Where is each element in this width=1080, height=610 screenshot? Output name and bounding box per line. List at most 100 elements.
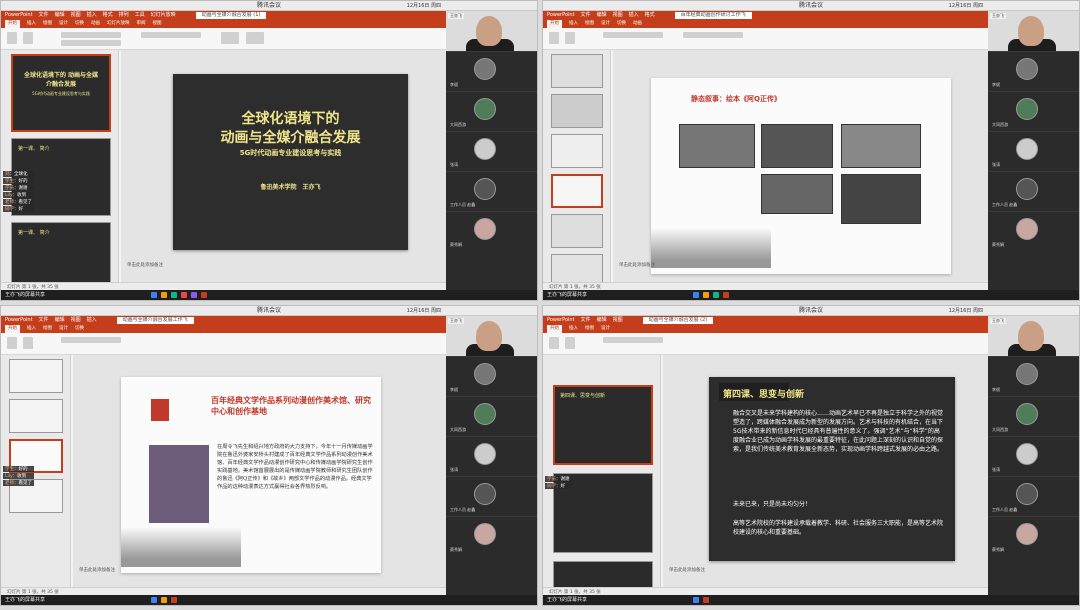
participant-tile[interactable]: 蔡秀娟 (988, 516, 1079, 556)
new-slide-icon[interactable] (23, 32, 33, 44)
participant-tile[interactable]: 工作人员 赵鑫 (988, 476, 1079, 516)
participant-tile[interactable]: 张涛 (988, 131, 1079, 171)
tab-view[interactable]: 视图 (153, 20, 162, 28)
slide-thumbnail[interactable] (9, 399, 63, 433)
menu-file[interactable]: 文件 (39, 11, 49, 20)
slide-thumbnail[interactable] (9, 359, 63, 393)
tab-home[interactable]: 开始 (547, 20, 562, 28)
participant-tile[interactable]: 大同西游 (988, 91, 1079, 131)
tab-animations[interactable]: 动画 (633, 20, 642, 28)
menu-insert[interactable]: 插入 (87, 316, 97, 325)
tab-transitions[interactable]: 切换 (75, 325, 84, 333)
main-slide[interactable]: 第四课、思变与创新 融合交叉是未来学科建构的核心……动画艺术早已不再是独立于科学… (709, 377, 955, 561)
powerpoint-icon[interactable] (171, 597, 177, 603)
finder-icon[interactable] (693, 597, 699, 603)
notes-hint[interactable]: 单击此处添加备注 (669, 567, 705, 573)
app-name[interactable]: PowerPoint (5, 11, 33, 20)
shapes-icon[interactable] (221, 32, 239, 44)
powerpoint-icon[interactable] (703, 597, 709, 603)
participant-tile[interactable]: 工作人员 赵鑫 (446, 476, 537, 516)
font-selector[interactable] (61, 337, 121, 343)
app-icon[interactable] (181, 292, 187, 298)
notes-hint[interactable]: 单击此处添加备注 (619, 262, 655, 268)
menu-tools[interactable]: 工具 (135, 11, 145, 20)
tab-home[interactable]: 开始 (5, 325, 20, 333)
main-slide[interactable]: 静态叙事：绘本《阿Q正传》 (651, 78, 951, 274)
slide-thumbnail[interactable] (551, 134, 603, 168)
participant-tile[interactable]: 张涛 (446, 436, 537, 476)
menu-edit[interactable]: 编辑 (597, 316, 607, 325)
tab-insert[interactable]: 插入 (569, 20, 578, 28)
tab-design[interactable]: 设计 (601, 20, 610, 28)
participant-tile[interactable]: 李斌 (988, 51, 1079, 91)
tab-home[interactable]: 开始 (547, 325, 562, 333)
menu-file[interactable]: 文件 (39, 316, 49, 325)
new-slide-icon[interactable] (565, 337, 575, 349)
slide-thumbnail[interactable] (553, 561, 653, 587)
tab-animations[interactable]: 动画 (91, 20, 100, 28)
menu-insert[interactable]: 插入 (87, 11, 97, 20)
app-icon[interactable] (191, 292, 197, 298)
font-selector[interactable] (603, 337, 663, 343)
finder-icon[interactable] (151, 292, 157, 298)
participant-tile[interactable]: 张涛 (446, 131, 537, 171)
participant-tile[interactable]: 李斌 (446, 356, 537, 396)
tab-draw[interactable]: 绘图 (43, 20, 52, 28)
notes-hint[interactable]: 单击此处添加备注 (79, 567, 115, 573)
tab-insert[interactable]: 插入 (569, 325, 578, 333)
tab-insert[interactable]: 插入 (27, 20, 36, 28)
tab-draw[interactable]: 绘图 (43, 325, 52, 333)
menu-view[interactable]: 视图 (71, 11, 81, 20)
app-name[interactable]: PowerPoint (547, 316, 575, 325)
menu-file[interactable]: 文件 (581, 316, 591, 325)
tab-design[interactable]: 设计 (59, 325, 68, 333)
slide-thumbnail[interactable]: 全球化语境下的 动画与全媒介融合发展 5G时代动画专业建设思考与实践 (11, 54, 111, 132)
menu-slideshow[interactable]: 幻灯片放映 (151, 11, 176, 20)
powerpoint-icon[interactable] (201, 292, 207, 298)
tab-review[interactable]: 审阅 (137, 20, 146, 28)
menu-edit[interactable]: 编辑 (55, 11, 65, 20)
participant-tile[interactable]: 李斌 (446, 51, 537, 91)
app-icon[interactable] (161, 597, 167, 603)
paragraph-controls[interactable] (141, 32, 201, 38)
menu-view[interactable]: 视图 (71, 316, 81, 325)
slide-thumbnail[interactable] (551, 94, 603, 128)
paste-icon[interactable] (7, 337, 17, 349)
participant-tile[interactable]: 张涛 (988, 436, 1079, 476)
tab-transitions[interactable]: 切换 (75, 20, 84, 28)
tab-slideshow[interactable]: 幻灯片放映 (107, 20, 130, 28)
participant-tile[interactable]: 蔡秀娟 (988, 211, 1079, 251)
participant-tile[interactable]: 大同西游 (446, 91, 537, 131)
font-format-controls[interactable] (61, 40, 121, 46)
slide-thumbnail[interactable]: 第四课、思变与创新 (553, 385, 653, 465)
menu-view[interactable]: 视图 (613, 316, 623, 325)
main-slide[interactable]: 百年经典文学作品系列动漫创作美术馆、研究中心和创作基地 在周令飞先生和绍兴地方政… (121, 377, 381, 573)
finder-icon[interactable] (151, 597, 157, 603)
main-slide[interactable]: 全球化语境下的 动画与全媒介融合发展 5G时代动画专业建设思考与实践 鲁迅美术学… (173, 74, 408, 250)
tab-design[interactable]: 设计 (601, 325, 610, 333)
app-icon[interactable] (703, 292, 709, 298)
menu-format[interactable]: 格式 (103, 11, 113, 20)
participant-tile[interactable]: 蔡秀娟 (446, 211, 537, 251)
font-selector[interactable] (603, 32, 663, 38)
slide-thumbnail[interactable]: 第一课、 简介 (11, 222, 111, 282)
participant-tile[interactable]: 李斌 (988, 356, 1079, 396)
menu-format[interactable]: 格式 (645, 11, 655, 20)
tab-design[interactable]: 设计 (59, 20, 68, 28)
app-icon[interactable] (713, 292, 719, 298)
slide-thumbnail[interactable] (551, 214, 603, 248)
menu-view[interactable]: 视图 (613, 11, 623, 20)
paste-icon[interactable] (549, 32, 559, 44)
participant-tile[interactable]: 大同西游 (988, 396, 1079, 436)
menu-file[interactable]: 文件 (581, 11, 591, 20)
menu-edit[interactable]: 编辑 (55, 316, 65, 325)
app-name[interactable]: PowerPoint (547, 11, 575, 20)
participant-tile[interactable]: 蔡秀娟 (446, 516, 537, 556)
new-slide-icon[interactable] (23, 337, 33, 349)
participant-tile[interactable]: 工作人员 赵鑫 (446, 171, 537, 211)
paste-icon[interactable] (549, 337, 559, 349)
arrange-icon[interactable] (246, 32, 264, 44)
menu-insert[interactable]: 插入 (629, 11, 639, 20)
app-name[interactable]: PowerPoint (5, 316, 33, 325)
new-slide-icon[interactable] (565, 32, 575, 44)
